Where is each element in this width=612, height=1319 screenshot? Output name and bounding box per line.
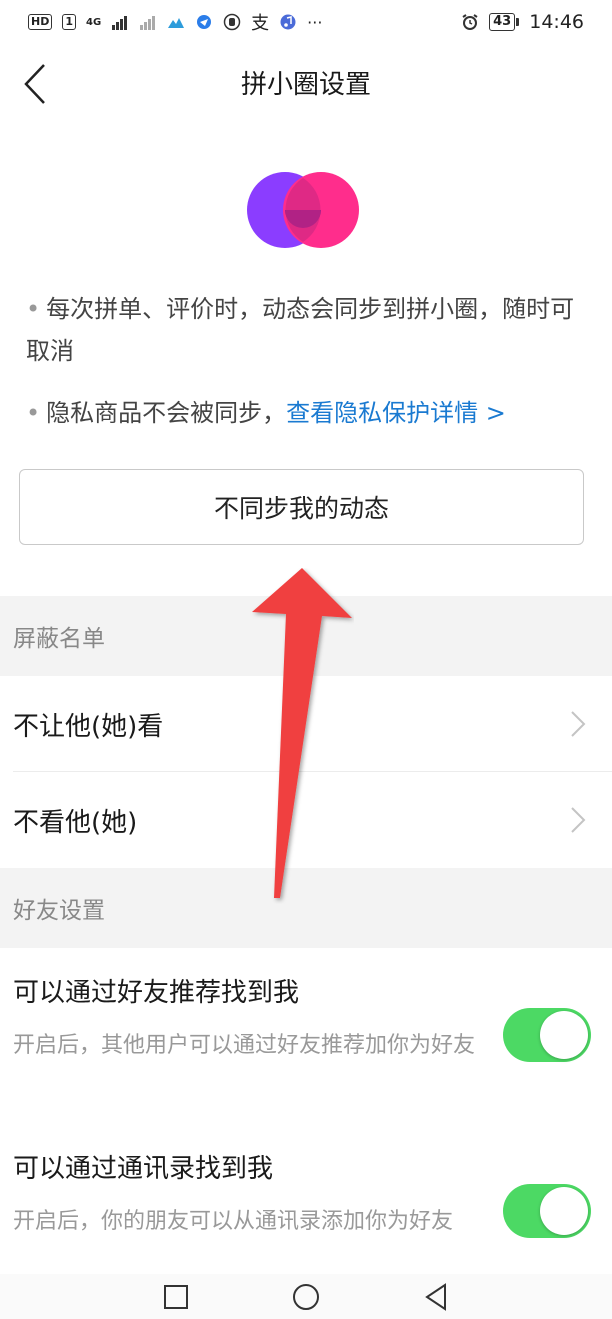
info-bullet-privacy-text: 隐私商品不会被同步， (46, 399, 287, 427)
block-list-header: 屏蔽名单 (0, 596, 612, 676)
sim-badge: 1 (62, 14, 76, 30)
setting-title: 可以通过好友推荐找到我 (13, 978, 300, 1008)
chevron-right-icon (571, 711, 586, 737)
setting-title: 可以通过通讯录找到我 (13, 1154, 274, 1184)
browser-app-icon (197, 15, 212, 29)
square-icon (164, 1284, 188, 1309)
toggle-knob (540, 1011, 588, 1059)
toggle-knob (540, 1187, 588, 1235)
status-bar: HD 1 4G 支 ··· 43 14:46 (0, 0, 612, 44)
status-left: HD 1 4G 支 ··· (28, 9, 322, 35)
more-notifications: ··· (307, 12, 323, 32)
alarm-icon (462, 14, 478, 30)
friend-settings-header-label: 好友设置 (13, 898, 105, 924)
privacy-details-link[interactable]: 查看隐私保护详情 > (286, 399, 506, 427)
stop-sync-label: 不同步我的动态 (213, 494, 389, 523)
hand-app-icon (223, 13, 241, 31)
clock: 14:46 (529, 11, 584, 33)
contacts-toggle[interactable] (503, 1184, 591, 1238)
signal-2-icon (140, 16, 156, 30)
triangle-back-icon (425, 1282, 446, 1311)
block-list-item-hide-their[interactable]: 不看他(她) (0, 772, 612, 868)
info-bullet-sync-text: 每次拼单、评价时，动态会同步到拼小圈，随时可取消 (26, 295, 575, 365)
hd-badge: HD (28, 14, 53, 30)
page-title: 拼小圈设置 (240, 70, 371, 100)
chevron-right-icon (571, 807, 586, 833)
mountain-app-icon (168, 18, 185, 28)
network-label: 4G (86, 16, 102, 28)
bullet-dot: • (26, 295, 41, 323)
battery-level: 43 (489, 13, 516, 31)
nav-bar: 拼小圈设置 (0, 44, 612, 128)
circle-icon (293, 1283, 319, 1310)
row-label: 不让他(她)看 (13, 711, 164, 742)
friend-recommend-toggle[interactable] (503, 1008, 591, 1062)
info-bullet-sync: • 每次拼单、评价时，动态会同步到拼小圈，随时可取消 (26, 288, 586, 372)
status-right: 43 14:46 (461, 11, 584, 33)
system-nav-bar (0, 1274, 612, 1319)
alipay-icon: 支 (251, 13, 270, 34)
battery-tip (516, 18, 520, 26)
pinxiaoquan-logo-icon (247, 172, 359, 248)
friend-settings-header: 好友设置 (0, 868, 612, 948)
stop-sync-button[interactable]: 不同步我的动态 (19, 469, 584, 545)
friend-recommend-setting: 可以通过好友推荐找到我 开启后，其他用户可以通过好友推荐加你为好友 (0, 948, 612, 1124)
row-label: 不看他(她) (13, 807, 138, 838)
bullet-dot: • (26, 399, 41, 427)
recent-apps-button[interactable] (161, 1282, 191, 1312)
system-back-button[interactable] (421, 1282, 451, 1312)
battery-indicator: 43 (489, 13, 520, 31)
contacts-setting: 可以通过通讯录找到我 开启后，你的朋友可以从通讯录添加你为好友 (0, 1124, 612, 1274)
home-button[interactable] (291, 1282, 321, 1312)
block-list-item-hide-from[interactable]: 不让他(她)看 (0, 676, 612, 772)
signal-icon (112, 16, 128, 30)
block-list-header-label: 屏蔽名单 (13, 626, 105, 652)
setting-description: 开启后，其他用户可以通过好友推荐加你为好友 (13, 1033, 476, 1058)
info-bullet-privacy: • 隐私商品不会被同步，查看隐私保护详情 > (26, 392, 586, 434)
music-app-icon (280, 14, 296, 30)
setting-description: 开启后，你的朋友可以从通讯录添加你为好友 (13, 1209, 454, 1234)
